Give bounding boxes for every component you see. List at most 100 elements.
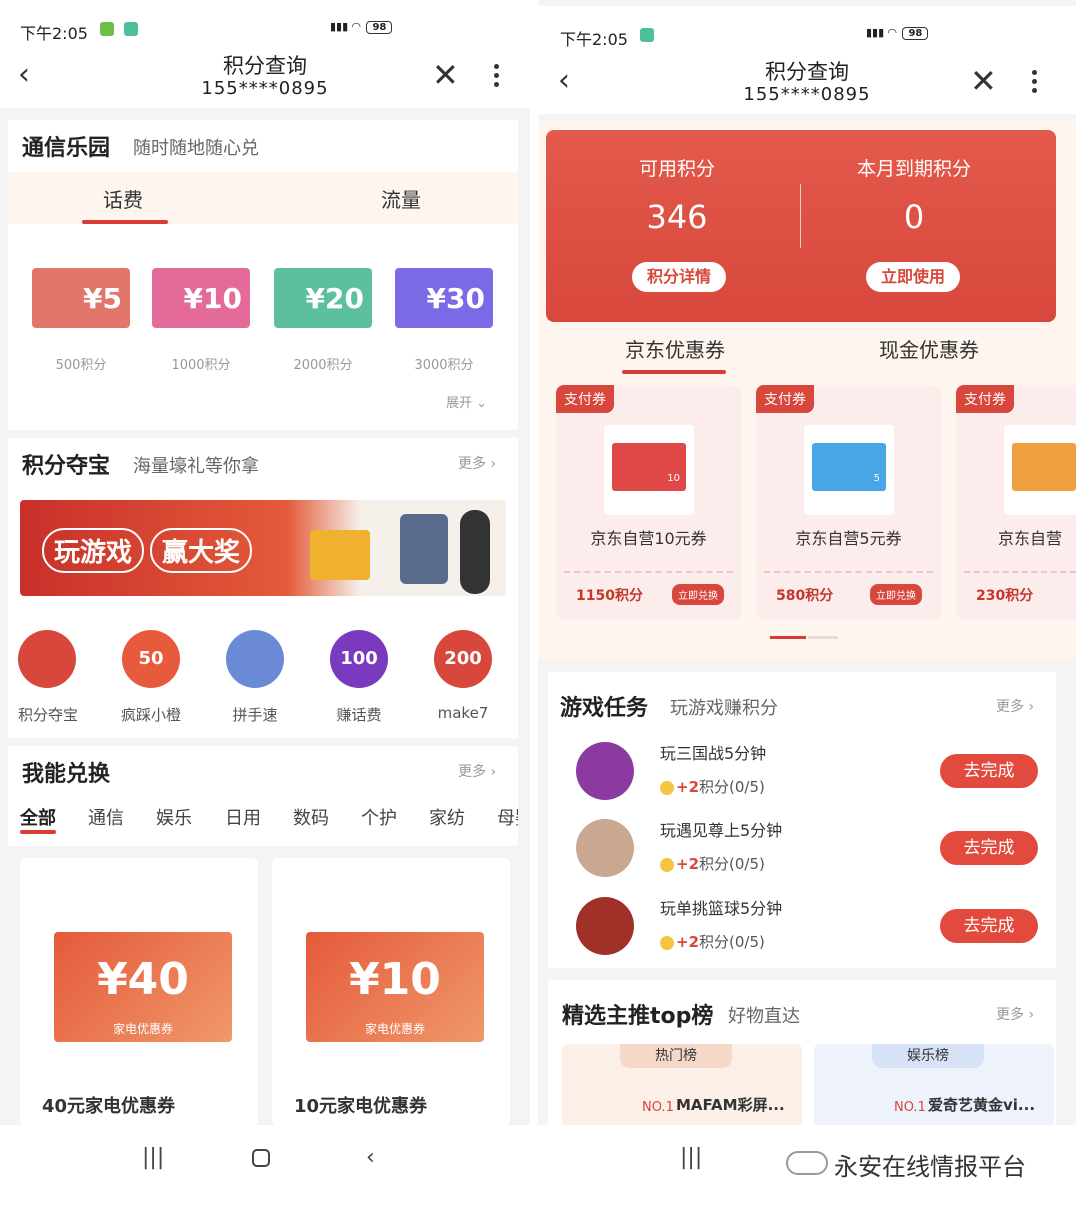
category-telecom[interactable]: 通信 — [88, 804, 124, 830]
product-image: ¥10 家电优惠券 — [306, 932, 484, 1042]
coupon-divider — [564, 571, 733, 573]
make7-icon[interactable]: 200 — [434, 630, 492, 688]
voucher-label: 3000积分 — [414, 358, 474, 373]
chevron-down-icon: ⌄ — [476, 396, 488, 411]
category-baby[interactable]: 母婴 — [497, 804, 518, 830]
more-link[interactable]: 更多 › — [996, 1004, 1034, 1024]
expiring-points-value: 0 — [903, 198, 925, 236]
product-name: 爱奇艺黄金vi... — [928, 1096, 1036, 1114]
voucher-label: 500积分 — [55, 358, 107, 373]
coupon-image-inner — [1012, 443, 1076, 491]
category-textiles[interactable]: 家纺 — [429, 804, 465, 830]
category-daily[interactable]: 日用 — [225, 804, 261, 830]
voucher-label: 1000积分 — [171, 358, 231, 373]
game-task-name: 玩三国战5分钟 — [660, 744, 767, 763]
game-avatar — [576, 819, 634, 877]
voucher-10[interactable]: ¥10 — [152, 268, 250, 328]
go-complete-button[interactable]: 去完成 — [940, 754, 1038, 788]
voucher-30[interactable]: ¥30 — [395, 268, 493, 328]
coupon-divider — [964, 571, 1076, 573]
tab-cash-coupon[interactable]: 现金优惠券 — [866, 334, 992, 363]
category-personal-care[interactable]: 个护 — [361, 804, 397, 830]
coupon-tag: 支付券 — [756, 385, 814, 413]
tab-indicator — [82, 220, 168, 224]
coupon-tag: 支付券 — [956, 385, 1014, 413]
product-tag: 家电优惠券 — [364, 1022, 425, 1036]
more-menu-icon[interactable] — [494, 60, 500, 91]
reward-amount: +2 — [676, 933, 700, 951]
carousel-indicator — [808, 636, 838, 639]
section-title: 积分夺宝 — [22, 454, 111, 479]
section-title: 游戏任务 — [560, 696, 649, 721]
tab-indicator — [622, 370, 726, 374]
redeem-button[interactable]: 立即兑换 — [870, 584, 922, 605]
go-complete-button[interactable]: 去完成 — [940, 909, 1038, 943]
more-link[interactable]: 更多 › — [996, 696, 1034, 716]
earn-credit-icon[interactable]: 100 — [330, 630, 388, 688]
speed-game-icon[interactable] — [226, 630, 284, 688]
icon-label: make7 — [437, 704, 489, 722]
section-subtitle: 玩游戏赚积分 — [670, 698, 778, 719]
redeem-button[interactable]: 立即兑换 — [672, 584, 724, 605]
points-summary: 可用积分 346 本月到期积分 0 积分详情 立即使用 — [546, 130, 1056, 322]
expiring-points-label: 本月到期积分 — [856, 158, 971, 180]
available-points-value: 346 — [646, 198, 708, 236]
tablet-icon — [400, 514, 448, 584]
game-task-name: 玩单挑篮球5分钟 — [660, 899, 783, 918]
product-card[interactable]: ¥40 家电优惠券 40元家电优惠券 — [20, 858, 258, 1126]
use-now-button[interactable]: 立即使用 — [866, 262, 960, 292]
tab-bar: 话费 流量 — [8, 172, 518, 224]
coupon-image — [1004, 425, 1076, 515]
voucher-5[interactable]: ¥5 — [32, 268, 130, 328]
coupon-card[interactable]: 支付券 10 京东自营10元券 1150积分 立即兑换 — [556, 385, 741, 620]
product-amount: ¥40 — [97, 954, 189, 1005]
orange-game-icon[interactable]: 50 — [122, 630, 180, 688]
treasure-icon[interactable] — [18, 630, 76, 688]
right-screen: 下午2:05 ▮▮▮ ◠ 98 ‹ 积分查询 155****0895 ✕ 可用积分… — [538, 0, 1076, 1210]
status-time: 下午2:05 — [20, 24, 88, 43]
home-icon[interactable] — [252, 1149, 270, 1167]
coupon-card[interactable]: 支付券 5 京东自营5元券 580积分 立即兑换 — [756, 385, 941, 620]
product-tag: 家电优惠券 — [112, 1022, 173, 1036]
category-indicator — [20, 830, 56, 834]
go-complete-button[interactable]: 去完成 — [940, 831, 1038, 865]
tab-data[interactable]: 流量 — [346, 184, 456, 213]
entertainment-board[interactable]: 娱乐榜 NO.1 爱奇艺黄金vi... — [814, 1044, 1054, 1134]
tab-jd-coupon[interactable]: 京东优惠券 — [612, 334, 738, 363]
points-detail-button[interactable]: 积分详情 — [632, 262, 726, 292]
more-link[interactable]: 更多 › — [458, 761, 496, 781]
category-all[interactable]: 全部 — [20, 804, 56, 830]
back-nav-icon[interactable]: ‹ — [366, 1145, 375, 1170]
app-notification-icon — [124, 22, 138, 36]
nav-bar: ‹ 积分查询 155****0895 ✕ — [0, 48, 530, 108]
section-subtitle: 海量壕礼等你拿 — [133, 456, 259, 477]
hot-board[interactable]: 热门榜 NO.1 MAFAM彩屏... — [562, 1044, 802, 1134]
recent-apps-icon[interactable]: ||| — [142, 1145, 164, 1170]
nav-bar: ‹ 积分查询 155****0895 ✕ — [538, 54, 1076, 114]
category-digital[interactable]: 数码 — [293, 804, 329, 830]
coupon-points: 580积分 — [776, 588, 834, 604]
coupon-card[interactable]: 支付券 京东自营 230积分 — [956, 385, 1076, 620]
rank-label: NO.1 — [642, 1100, 674, 1115]
voucher-20[interactable]: ¥20 — [274, 268, 372, 328]
coupon-image: 10 — [604, 425, 694, 515]
category-entertainment[interactable]: 娱乐 — [156, 804, 192, 830]
system-nav-bar: ||| 永安在线情报平台 — [538, 1125, 1076, 1210]
recent-apps-icon[interactable]: ||| — [680, 1145, 702, 1170]
coupon-value: 10 — [612, 443, 686, 491]
tab-phone-credit[interactable]: 话费 — [68, 184, 178, 213]
product-card[interactable]: ¥10 家电优惠券 10元家电优惠券 — [272, 858, 510, 1126]
banner-text: 赢大奖 — [150, 528, 253, 573]
expand-button[interactable]: 展开 ⌄ — [446, 392, 487, 411]
more-menu-icon[interactable] — [1032, 66, 1038, 97]
game-banner[interactable]: 玩游戏 赢大奖 — [20, 500, 506, 596]
product-name: 40元家电优惠券 — [42, 1096, 176, 1117]
icon-label: 拼手速 — [232, 706, 278, 724]
signal-wifi-icon: ▮▮▮ ◠ 98 — [330, 20, 393, 34]
close-icon[interactable]: ✕ — [432, 56, 459, 94]
app-notification-icon — [640, 28, 654, 42]
game-avatar — [576, 742, 634, 800]
close-icon[interactable]: ✕ — [970, 62, 997, 100]
coin-icon — [660, 935, 674, 950]
more-link[interactable]: 更多 › — [458, 453, 496, 473]
